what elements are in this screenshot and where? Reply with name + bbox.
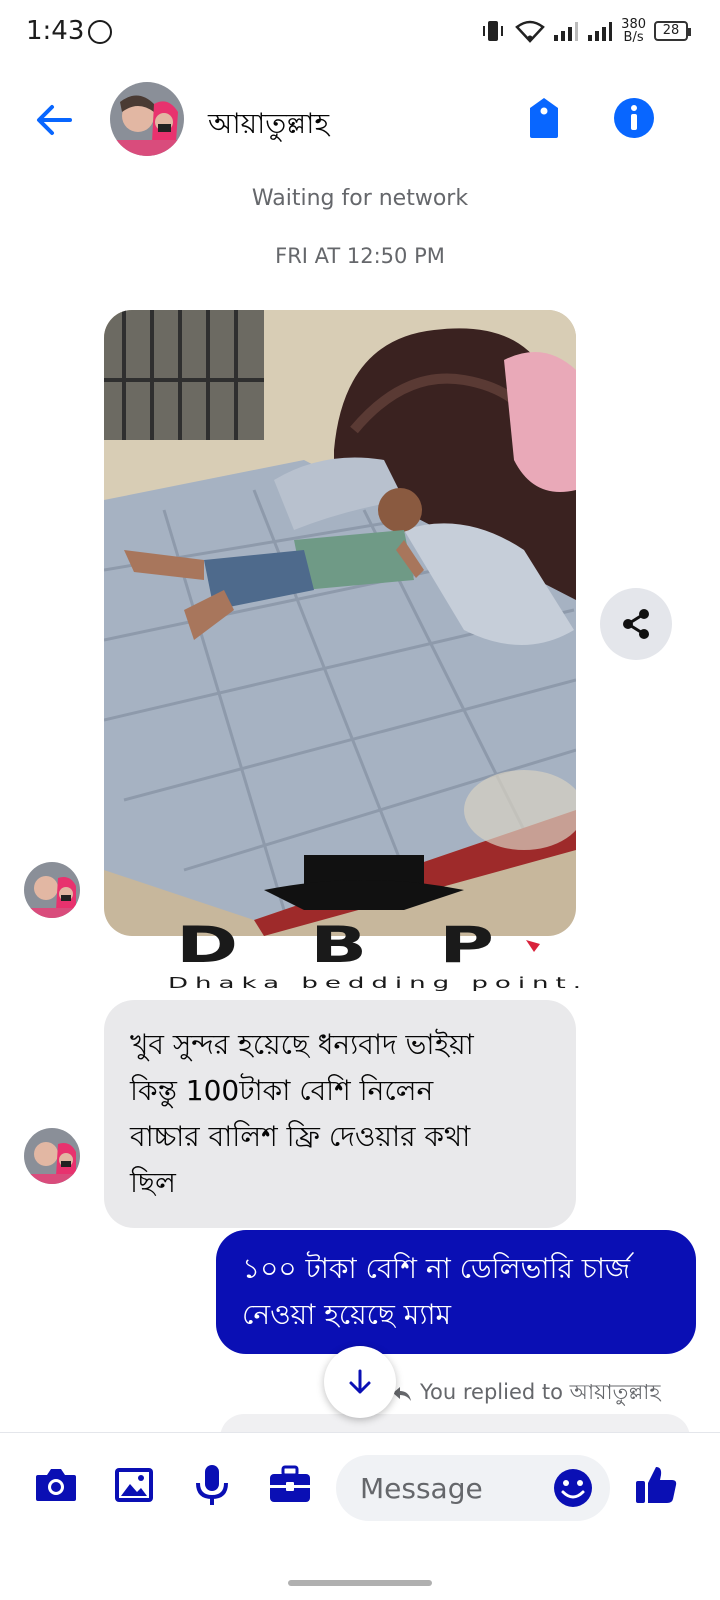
message-line: খুব সুন্দর হয়েছে ধন্যবাদ ভাইয়া (130, 1028, 474, 1061)
incoming-message-bubble[interactable]: খুব সুন্দর হয়েছে ধন্যবাদ ভাইয়া কিন্তু … (104, 1000, 576, 1228)
contact-avatar[interactable] (110, 82, 184, 156)
svg-text:Dhaka bedding point.: Dhaka bedding point. (168, 974, 588, 992)
reply-note-text: You replied to আয়াতুল্লাহ (420, 1380, 661, 1404)
signal-1-icon (554, 22, 579, 41)
dbp-logo: DBP Dhaka bedding point. (168, 916, 588, 992)
tag-icon[interactable] (520, 94, 568, 142)
bed-photo (104, 310, 576, 936)
status-right-group: 380 B/s 28 (479, 14, 691, 48)
signal-2-icon (588, 22, 613, 41)
outgoing-message-bubble[interactable]: ১০০ টাকা বেশি না ডেলিভারি চার্জ নেওয়া হ… (216, 1230, 696, 1354)
image-icon[interactable] (110, 1461, 158, 1509)
home-indicator[interactable] (288, 1580, 432, 1586)
briefcase-icon[interactable] (266, 1461, 314, 1509)
message-composer (0, 1432, 720, 1542)
sender-avatar[interactable] (24, 1128, 80, 1184)
message-line: কিন্তু 100টাকা বেশি নিলেন (130, 1074, 434, 1107)
watermark-logo: DBP Dhaka bedding point. (168, 916, 588, 992)
status-time: 1:43 (26, 16, 85, 46)
camera-icon[interactable] (32, 1461, 80, 1509)
messenger-notification-icon (88, 20, 112, 44)
network-speed-unit: B/s (623, 30, 644, 45)
network-speed: 380 B/s (621, 18, 646, 44)
vibrate-icon (483, 21, 504, 41)
arrow-down-icon (349, 1369, 371, 1394)
wifi-icon (515, 20, 546, 43)
svg-text:DBP: DBP (176, 922, 566, 974)
message-line: ১০০ টাকা বেশি না ডেলিভারি চার্জ (242, 1252, 631, 1285)
sender-avatar[interactable] (24, 862, 80, 918)
arrow-left-icon[interactable] (30, 96, 78, 144)
message-line: বাচ্চার বালিশ ফ্রি দেওয়ার কথা (130, 1120, 471, 1153)
battery-indicator: 28 (654, 21, 691, 41)
share-button[interactable] (600, 588, 672, 660)
info-icon[interactable] (610, 94, 658, 142)
status-bar: 1:43 380 B/s 28 (0, 0, 720, 64)
message-timestamp: FRI AT 12:50 PM (275, 244, 445, 268)
microphone-icon[interactable] (188, 1461, 236, 1509)
message-line: ছিল (130, 1166, 176, 1199)
share-icon (623, 609, 649, 639)
network-status: Waiting for network (251, 186, 469, 211)
contact-name[interactable]: আয়াতুল্লাহ (208, 102, 329, 149)
reply-note: You replied to আয়াতুল্লাহ (392, 1376, 660, 1411)
chat-header: আয়াতুল্লাহ (0, 72, 720, 168)
message-line: নেওয়া হয়েছে ম্যাম (242, 1298, 452, 1331)
image-message[interactable] (104, 310, 576, 936)
emoji-icon[interactable] (552, 1467, 594, 1509)
thumbs-up-icon[interactable] (632, 1461, 680, 1509)
scroll-to-bottom-button[interactable] (324, 1346, 396, 1418)
